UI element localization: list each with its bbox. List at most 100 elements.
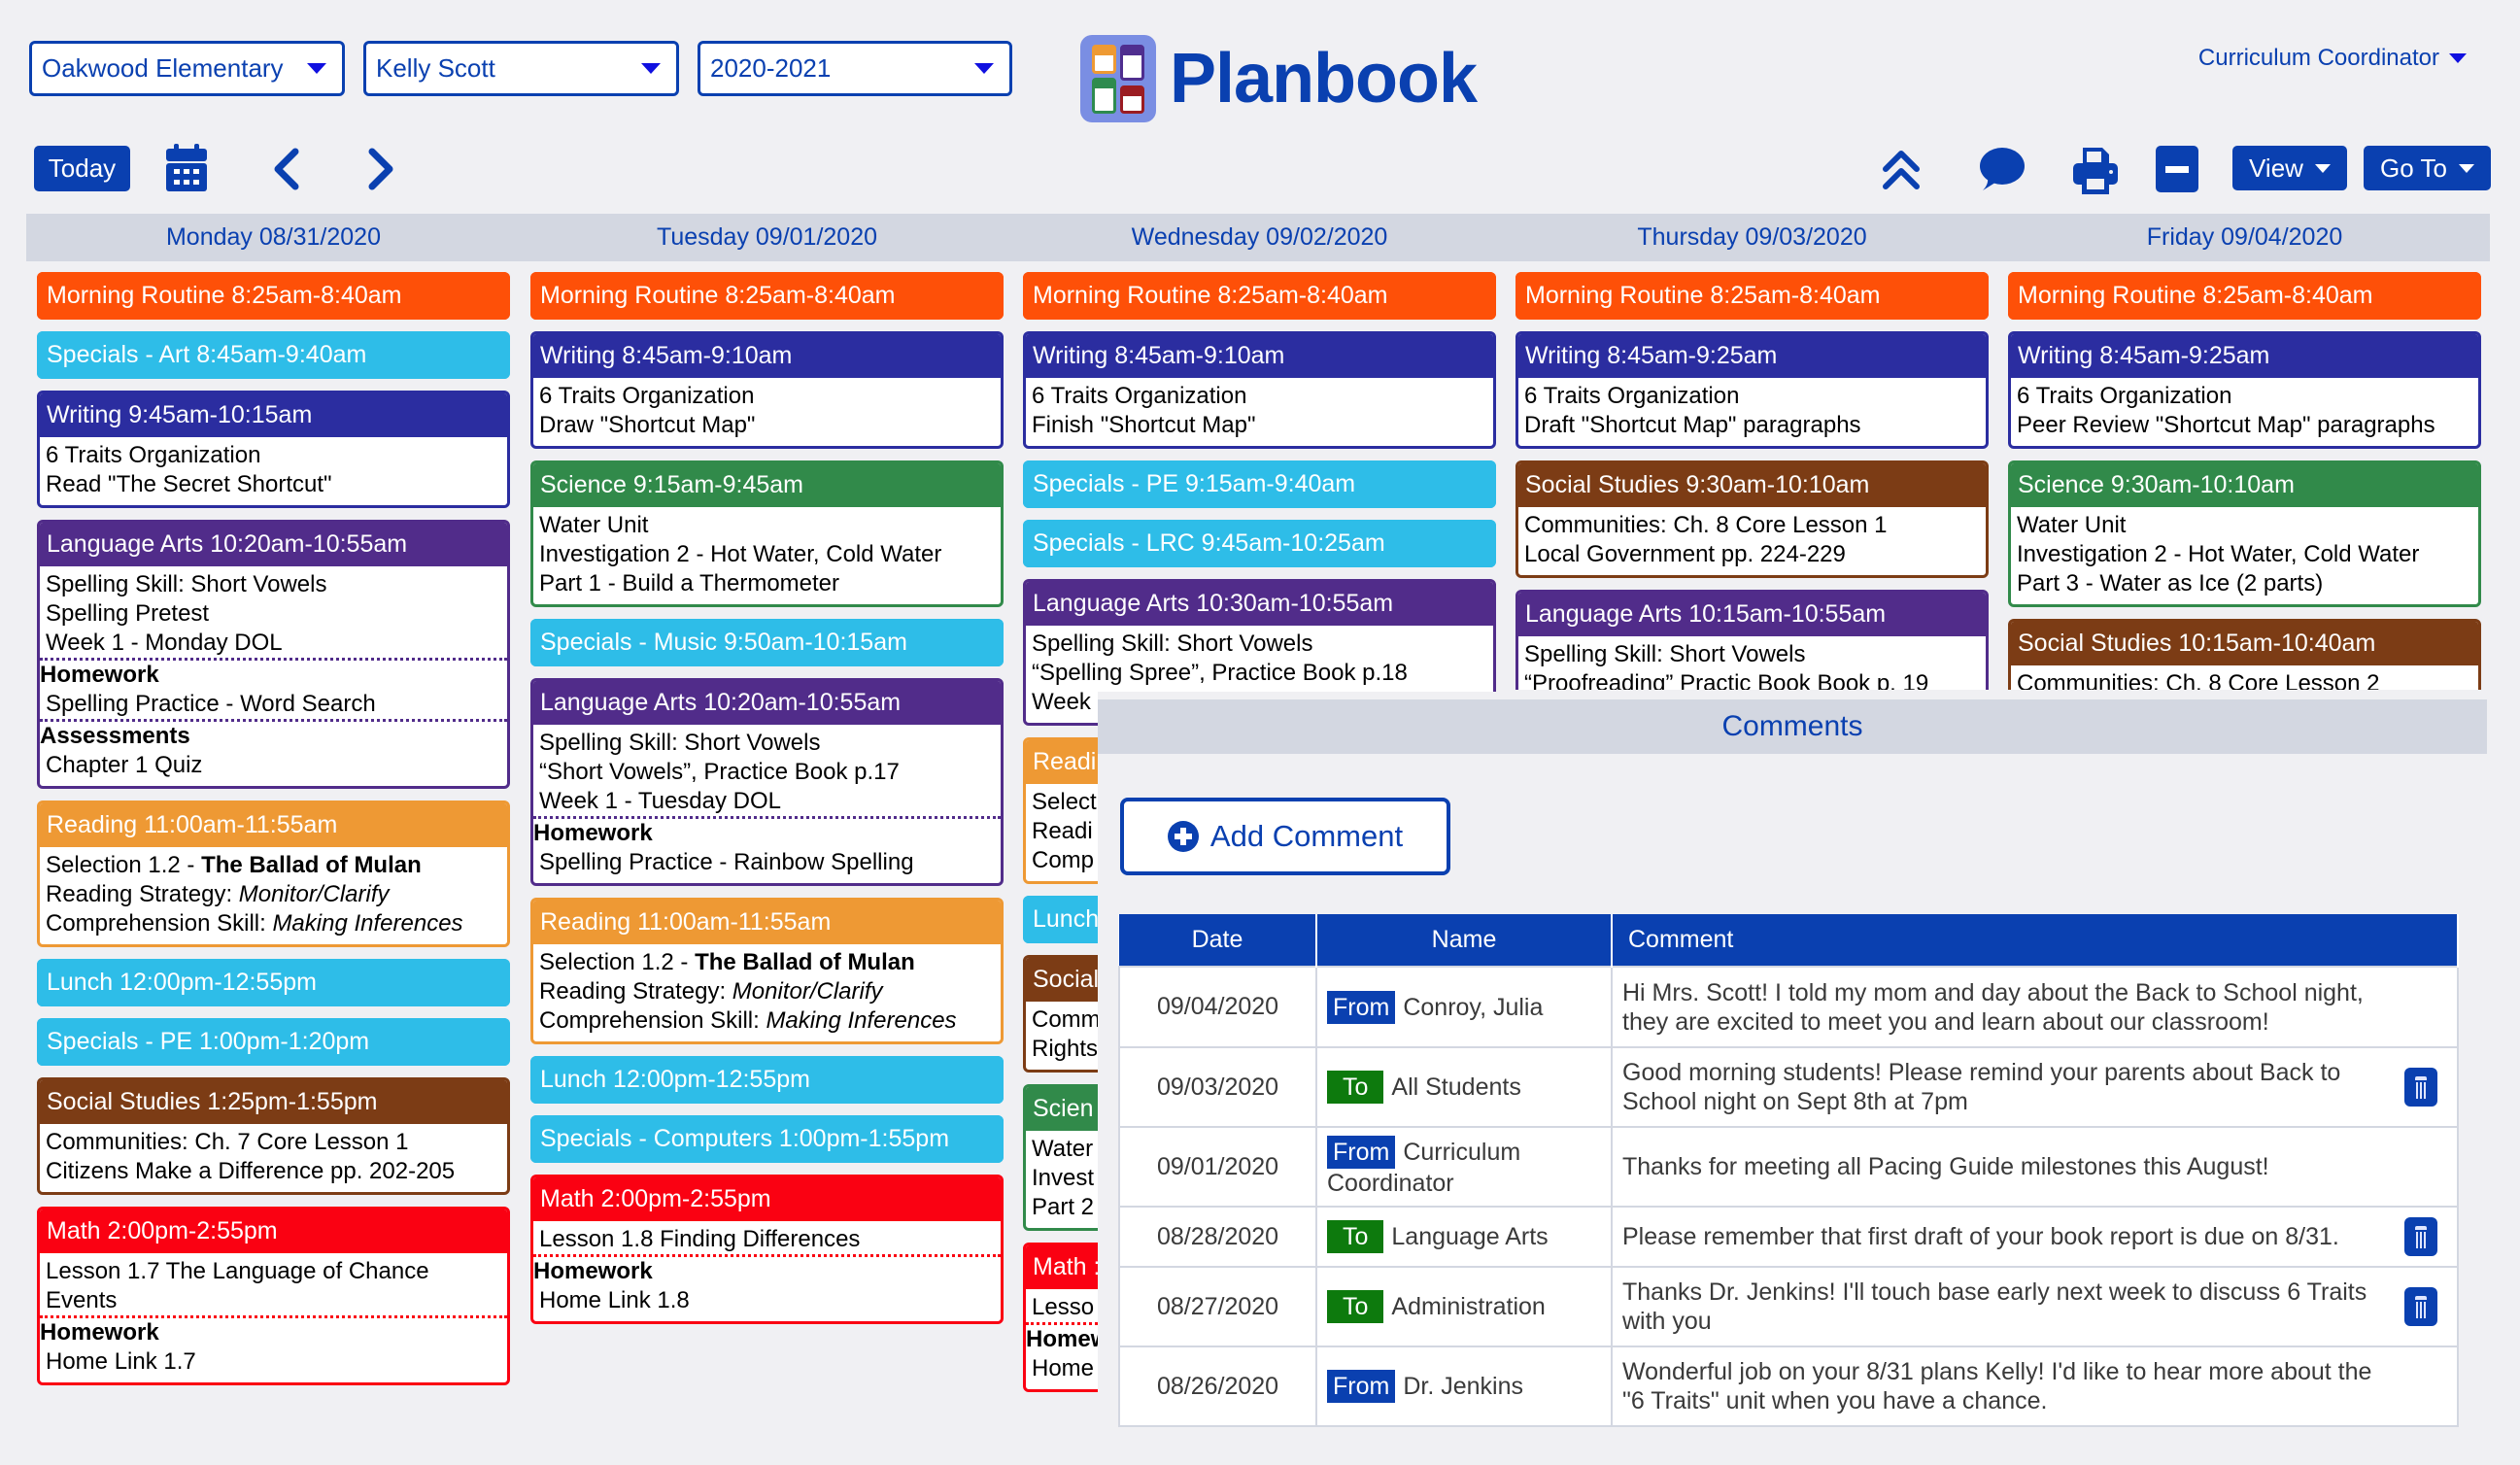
lesson-block[interactable]: Morning Routine 8:25am-8:40am	[37, 272, 510, 320]
collapse-button[interactable]	[2156, 146, 2198, 192]
lesson-line: Local Government pp. 224-229	[1524, 541, 1846, 567]
day-title-monday[interactable]: Monday 08/31/2020	[37, 223, 510, 252]
speech-bubble-icon[interactable]	[1975, 148, 2026, 195]
lesson-title[interactable]: Lunch 12:00pm-12:55pm	[530, 1056, 1004, 1104]
lesson-title[interactable]: Morning Routine 8:25am-8:40am	[530, 272, 1004, 320]
lesson-block[interactable]: Morning Routine 8:25am-8:40am	[1515, 272, 1989, 320]
trash-icon[interactable]	[2404, 1068, 2437, 1107]
lesson-title[interactable]: Math 2:00pm-2:55pm	[40, 1209, 507, 1253]
lesson-title[interactable]: Writing 8:45am-9:25am	[2011, 334, 2478, 378]
lesson-title[interactable]: Social Studies 9:30am-10:10am	[1518, 463, 1986, 507]
lesson-block[interactable]: Morning Routine 8:25am-8:40am	[2008, 272, 2481, 320]
lesson-block[interactable]: Math 2:00pm-2:55pm Lesson 1.8 Finding Dif…	[530, 1175, 1004, 1324]
today-button[interactable]: Today	[34, 146, 130, 191]
lesson-title[interactable]: Specials - PE 1:00pm-1:20pm	[37, 1018, 510, 1066]
day-title-tuesday[interactable]: Tuesday 09/01/2020	[530, 223, 1004, 252]
trash-icon[interactable]	[2404, 1217, 2437, 1256]
lesson-title[interactable]: Math 2:00pm-2:55pm	[533, 1177, 1001, 1221]
lesson-block[interactable]: Writing 8:45am-9:25am 6 Traits Organizati…	[2008, 331, 2481, 449]
lesson-block[interactable]: Morning Routine 8:25am-8:40am	[530, 272, 1004, 320]
lesson-block[interactable]: Social Studies 10:15am-10:40am Communitie…	[2008, 619, 2481, 690]
lesson-block[interactable]: Language Arts 10:15am-10:55am Spelling Sk…	[1515, 590, 1989, 690]
lesson-block[interactable]: Specials - LRC 9:45am-10:25am	[1023, 520, 1496, 567]
lesson-title[interactable]: Specials - LRC 9:45am-10:25am	[1023, 520, 1496, 567]
lesson-title[interactable]: Social Studies 10:15am-10:40am	[2011, 622, 2478, 665]
goto-menu-button[interactable]: Go To	[2364, 146, 2491, 190]
lesson-title[interactable]: Specials - Music 9:50am-10:15am	[530, 619, 1004, 666]
lesson-block[interactable]: Lunch 12:00pm-12:55pm	[530, 1056, 1004, 1104]
lesson-block[interactable]: Writing 8:45am-9:10am 6 Traits Organizati…	[530, 331, 1004, 449]
lesson-title[interactable]: Language Arts 10:15am-10:55am	[1518, 593, 1986, 636]
lesson-title[interactable]: Writing 9:45am-10:15am	[40, 393, 507, 437]
column-header-date: Date	[1119, 914, 1317, 967]
lesson-line: Week 1 - Monday DOL	[46, 630, 283, 656]
comment-text: Thanks Dr. Jenkins! I'll touch base earl…	[1622, 1278, 2367, 1335]
calendar-icon[interactable]	[165, 144, 208, 197]
trash-icon[interactable]	[2404, 1287, 2437, 1326]
lesson-title[interactable]: Specials - Art 8:45am-9:40am	[37, 331, 510, 379]
day-title-friday[interactable]: Friday 09/04/2020	[2008, 223, 2481, 252]
lesson-title[interactable]: Science 9:30am-10:10am	[2011, 463, 2478, 507]
teacher-select[interactable]: Kelly Scott	[363, 41, 679, 96]
lesson-title[interactable]: Writing 8:45am-9:10am	[533, 334, 1001, 378]
section-title: Homework	[40, 1319, 159, 1346]
lesson-title[interactable]: Language Arts 10:20am-10:55am	[40, 523, 507, 566]
lesson-block[interactable]: Specials - Music 9:50am-10:15am	[530, 619, 1004, 666]
lesson-title[interactable]: Writing 8:45am-9:10am	[1026, 334, 1493, 378]
lesson-block[interactable]: Specials - Art 8:45am-9:40am	[37, 331, 510, 379]
lesson-block[interactable]: Specials - PE 9:15am-9:40am	[1023, 460, 1496, 508]
comment-text: Hi Mrs. Scott! I told my mom and day abo…	[1622, 978, 2364, 1036]
lesson-block[interactable]: Reading 11:00am-11:55am Selection 1.2 - T…	[37, 801, 510, 947]
comment-name-cell: From Conroy, Julia	[1315, 966, 1613, 1048]
lesson-title[interactable]: Morning Routine 8:25am-8:40am	[1023, 272, 1496, 320]
lesson-block[interactable]: Reading 11:00am-11:55am Selection 1.2 - T…	[530, 898, 1004, 1044]
lesson-block[interactable]: Writing 9:45am-10:15am 6 Traits Organizat…	[37, 391, 510, 508]
add-comment-button[interactable]: Add Comment	[1120, 798, 1450, 875]
lesson-block[interactable]: Specials - Computers 1:00pm-1:55pm	[530, 1115, 1004, 1163]
role-menu[interactable]: Curriculum Coordinator	[2198, 45, 2467, 72]
lesson-title[interactable]: Social Studies 1:25pm-1:55pm	[40, 1080, 507, 1124]
printer-icon[interactable]	[2073, 146, 2118, 199]
chevron-right-icon[interactable]	[366, 148, 395, 195]
view-menu-button[interactable]: View	[2232, 146, 2347, 190]
chevron-left-icon[interactable]	[272, 148, 301, 195]
planbook-logo[interactable]: Planbook	[1080, 35, 1478, 122]
lesson-title[interactable]: Specials - PE 9:15am-9:40am	[1023, 460, 1496, 508]
lesson-block[interactable]: Science 9:15am-9:45am Water Unit Investiga…	[530, 460, 1004, 607]
lesson-title[interactable]: Writing 8:45am-9:25am	[1518, 334, 1986, 378]
lesson-block[interactable]: Morning Routine 8:25am-8:40am	[1023, 272, 1496, 320]
lesson-title[interactable]: Reading 11:00am-11:55am	[533, 901, 1001, 944]
lesson-line: Draw "Shortcut Map"	[539, 412, 756, 438]
lesson-block[interactable]: Writing 8:45am-9:25am 6 Traits Organizati…	[1515, 331, 1989, 449]
lesson-title[interactable]: Morning Routine 8:25am-8:40am	[37, 272, 510, 320]
lesson-section: Homework Spelling Practice - Word Search	[40, 658, 507, 719]
lesson-title[interactable]: Language Arts 10:30am-10:55am	[1026, 582, 1493, 626]
lesson-title[interactable]: Specials - Computers 1:00pm-1:55pm	[530, 1115, 1004, 1163]
lesson-block[interactable]: Language Arts 10:20am-10:55am Spelling Sk…	[37, 520, 510, 789]
comment-text-cell: Good morning students! Please remind you…	[1611, 1046, 2459, 1128]
lesson-block[interactable]: Math 2:00pm-2:55pm Lesson 1.7 The Languag…	[37, 1207, 510, 1385]
day-title-thursday[interactable]: Thursday 09/03/2020	[1515, 223, 1989, 252]
lesson-line: Peer Review "Shortcut Map" paragraphs	[2017, 412, 2435, 438]
lesson-block[interactable]: Science 9:30am-10:10am Water Unit Investig…	[2008, 460, 2481, 607]
year-select[interactable]: 2020-2021	[698, 41, 1012, 96]
lesson-title[interactable]: Morning Routine 8:25am-8:40am	[1515, 272, 1989, 320]
lesson-block[interactable]: Social Studies 1:25pm-1:55pm Communities:…	[37, 1077, 510, 1195]
double-chevron-up-icon[interactable]	[1880, 148, 1923, 195]
lesson-title[interactable]: Language Arts 10:20am-10:55am	[533, 681, 1001, 725]
lesson-title[interactable]: Lunch 12:00pm-12:55pm	[37, 959, 510, 1006]
school-select[interactable]: Oakwood Elementary	[29, 41, 345, 96]
lesson-block[interactable]: Language Arts 10:20am-10:55am Spelling Sk…	[530, 678, 1004, 886]
lesson-block[interactable]: Writing 8:45am-9:10am 6 Traits Organizati…	[1023, 331, 1496, 449]
skill-value: Making Inferences	[272, 910, 463, 937]
lesson-title[interactable]: Reading 11:00am-11:55am	[40, 803, 507, 847]
lesson-body: Selection 1.2 - The Ballad of Mulan Readi…	[533, 944, 1001, 1041]
lesson-block[interactable]: Social Studies 9:30am-10:10am Communities…	[1515, 460, 1989, 578]
lesson-title[interactable]: Morning Routine 8:25am-8:40am	[2008, 272, 2481, 320]
lesson-block[interactable]: Specials - PE 1:00pm-1:20pm	[37, 1018, 510, 1066]
day-title-wednesday[interactable]: Wednesday 09/02/2020	[1023, 223, 1496, 252]
comment-row: 09/01/2020 From Curriculum Coordinator Than…	[1118, 1126, 2459, 1208]
lesson-block[interactable]: Lunch 12:00pm-12:55pm	[37, 959, 510, 1006]
lesson-title[interactable]: Science 9:15am-9:45am	[533, 463, 1001, 507]
lesson-body: Lesson 1.7 The Language of Chance Events H…	[40, 1253, 507, 1382]
